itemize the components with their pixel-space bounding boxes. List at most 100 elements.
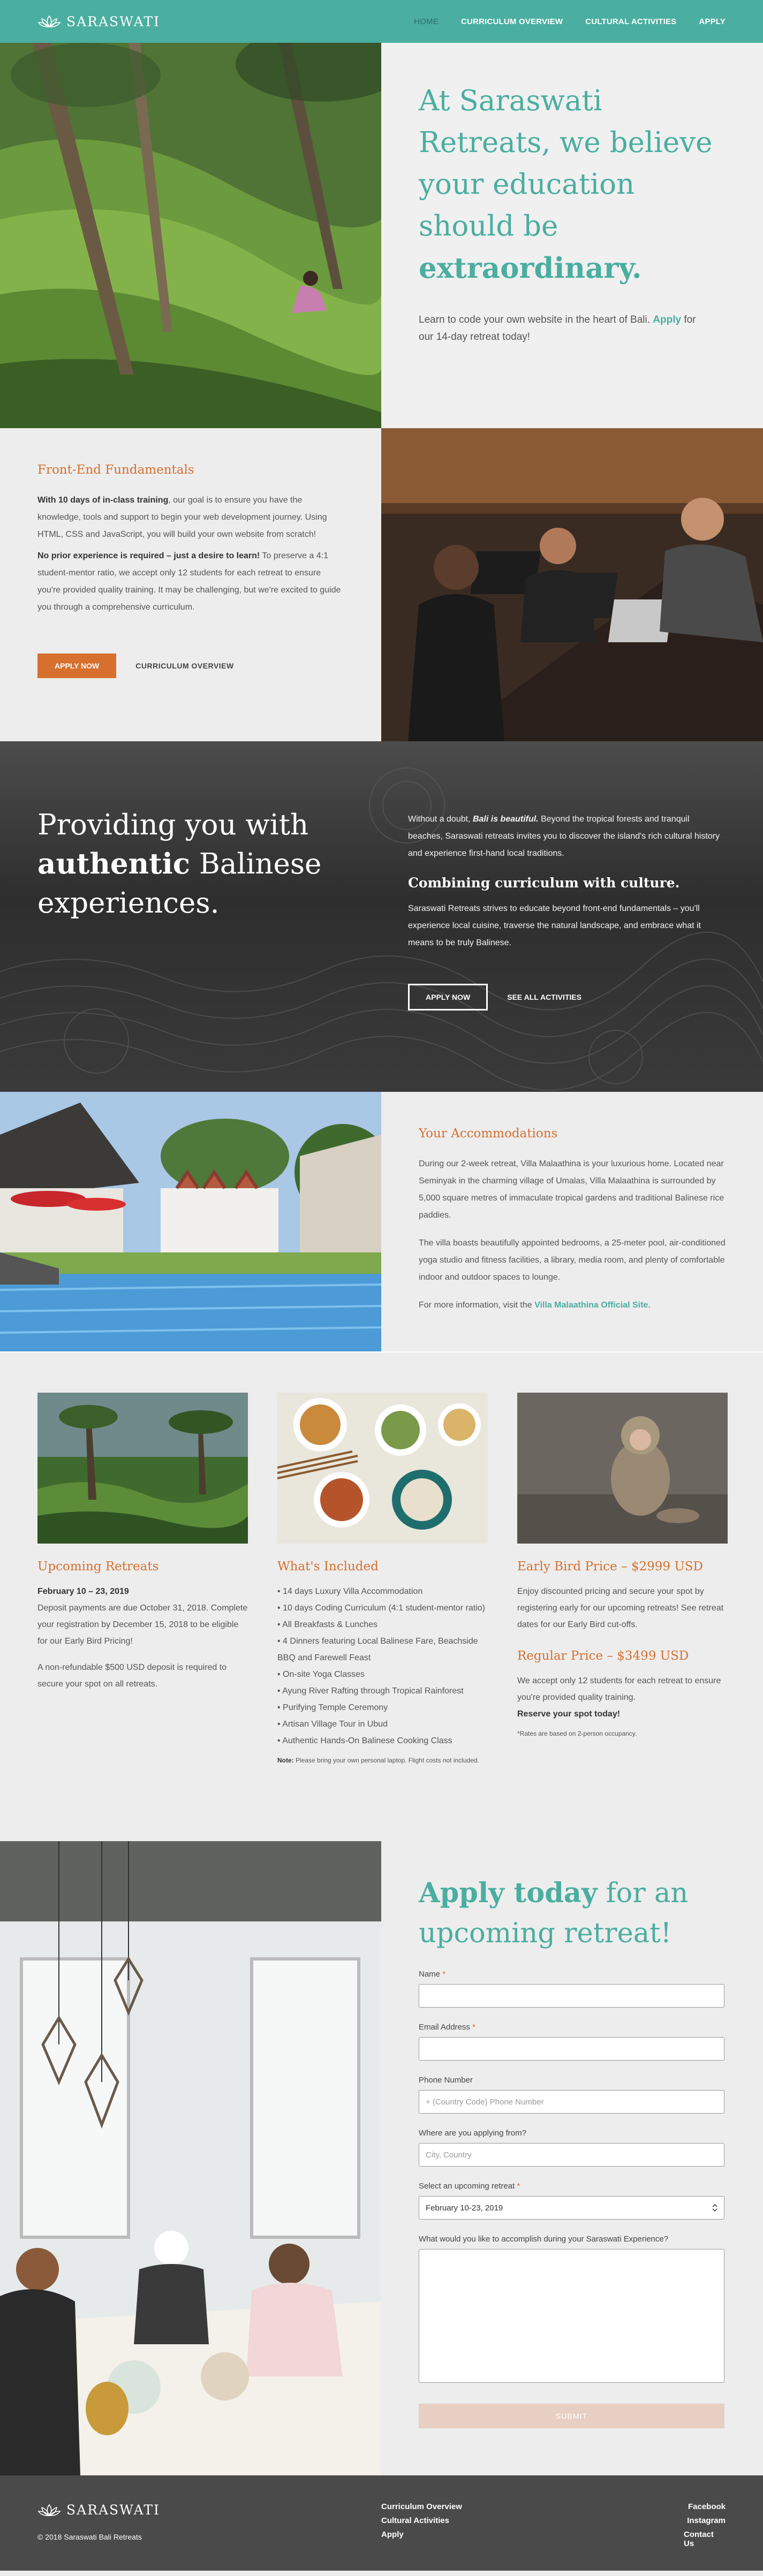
included-note-text: Please bring your own personal laptop. F… [293, 1757, 479, 1764]
culture-title-line2: Balinese [190, 848, 322, 880]
nav-link-cultural-activities[interactable]: CULTURAL ACTIVITIES [585, 17, 676, 26]
classroom-photo [381, 428, 763, 741]
list-item: 14 days Luxury Villa Accommodation [277, 1583, 488, 1600]
hero-apply-link[interactable]: Apply [653, 314, 681, 325]
list-item: All Breakfasts & Lunches [277, 1616, 488, 1633]
list-item: Purifying Temple Ceremony [277, 1699, 488, 1716]
pricing-card: Early Bird Price – $2999 USD Enjoy disco… [517, 1393, 728, 1841]
accommodations-paragraph-2: The villa boasts beautifully appointed b… [419, 1238, 726, 1282]
submit-button[interactable]: SUBMIT [419, 2404, 724, 2428]
whats-included-card: What's Included 14 days Luxury Villa Acc… [277, 1393, 488, 1841]
location-field[interactable] [419, 2143, 724, 2167]
phone-label: Phone Number [419, 2076, 473, 2085]
footer-logo[interactable]: SARASWATI [37, 2502, 381, 2518]
villa-pool-photo [0, 1092, 381, 1351]
footer-link-apply[interactable]: Apply [381, 2530, 684, 2539]
footer-links-site: Curriculum Overview Cultural Activities … [381, 2502, 684, 2571]
apply-title-bold: Apply today [419, 1877, 598, 1909]
footer-link-facebook[interactable]: Facebook [688, 2502, 726, 2511]
retreat-info-section: Upcoming Retreats February 10 – 23, 2019… [0, 1351, 763, 1841]
footer-link-contact[interactable]: Contact Us [684, 2530, 726, 2548]
early-bird-text: Enjoy discounted pricing and secure your… [517, 1587, 724, 1629]
culture-subhead: Combining curriculum with culture. [408, 875, 680, 891]
name-label: Name * [419, 1970, 726, 1979]
copyright: © 2018 Saraswati Bali Retreats [37, 2533, 142, 2541]
goal-label: What would you like to accomplish during… [419, 2235, 669, 2244]
culture-text: Without a doubt, Bali is beautiful. Beyo… [381, 741, 763, 1092]
phone-field[interactable] [419, 2090, 724, 2114]
culture-paragraph-2: Saraswati Retreats strives to educate be… [408, 904, 701, 947]
list-item: Authentic Hands-On Balinese Cooking Clas… [277, 1732, 488, 1749]
curriculum-overview-button[interactable]: CURRICULUM OVERVIEW [135, 662, 233, 670]
brand-logo[interactable]: SARASWATI [37, 14, 160, 29]
fundamentals-paragraph-1: With 10 days of in-class training, our g… [37, 492, 344, 543]
footer-link-cultural-activities[interactable]: Cultural Activities [381, 2516, 684, 2525]
footer-brand: SARASWATI © 2018 Saraswati Bali Retreats [37, 2502, 381, 2571]
location-label: Where are you applying from? [419, 2129, 526, 2138]
fundamentals-section: Front-End Fundamentals With 10 days of i… [0, 428, 763, 741]
email-label-text: Email Address [419, 2023, 470, 2032]
cooking-class-photo [0, 1841, 381, 2475]
email-label: Email Address * [419, 2023, 726, 2032]
upcoming-dates: February 10 – 23, 2019 [37, 1583, 248, 1600]
nav-link-home[interactable]: HOME [414, 17, 439, 26]
fundamentals-text: Front-End Fundamentals With 10 days of i… [0, 428, 381, 741]
culture-p1-emphasis: Bali is beautiful. [472, 815, 539, 824]
retreat-select[interactable]: February 10-23, 2019 [419, 2196, 724, 2220]
footer-link-instagram[interactable]: Instagram [687, 2516, 726, 2525]
list-item: On-site Yoga Classes [277, 1666, 488, 1683]
culture-title: Providing you with authentic Balinese ex… [37, 806, 344, 923]
fundamentals-p1-bold: With 10 days of in-class training [37, 496, 169, 505]
culture-buttons: APPLY NOW SEE ALL ACTIVITIES [408, 984, 726, 1010]
upcoming-retreats-card: Upcoming Retreats February 10 – 23, 2019… [37, 1393, 248, 1841]
upcoming-paragraph-1: Deposit payments are due October 31, 201… [37, 1604, 248, 1646]
included-list: 14 days Luxury Villa Accommodation 10 da… [277, 1583, 488, 1749]
hero-subtext-start: Learn to code your own website in the he… [419, 314, 650, 325]
footer-brand-name: SARASWATI [66, 2502, 160, 2518]
retreat-label-text: Select an upcoming retreat [419, 2182, 515, 2191]
accommodations-text: Your Accommodations During our 2-week re… [381, 1092, 763, 1351]
nav-link-apply[interactable]: APPLY [699, 17, 726, 26]
reserve-spot-text: Reserve your spot today! [517, 1709, 621, 1719]
upcoming-dates-text: February 10 – 23, 2019 [37, 1587, 129, 1596]
accommodations-paragraph-3: For more information, visit the Villa Ma… [419, 1297, 726, 1314]
hero-headline: At Saraswati Retreats, we believe your e… [419, 80, 726, 289]
culture-paragraph-1: Without a doubt, Bali is beautiful. Beyo… [408, 811, 726, 862]
select-arrows-icon [712, 2203, 717, 2212]
balinese-food-photo [277, 1393, 488, 1544]
hero-text: At Saraswati Retreats, we believe your e… [381, 43, 763, 428]
required-mark: * [517, 2182, 520, 2191]
culture-section: Providing you with authentic Balinese ex… [0, 741, 763, 1092]
hero-section: At Saraswati Retreats, we believe your e… [0, 43, 763, 428]
included-note: Note: Please bring your own personal lap… [277, 1754, 488, 1766]
list-item: 4 Dinners featuring Local Balinese Fare,… [277, 1633, 488, 1666]
list-item: Ayung River Rafting through Tropical Rai… [277, 1683, 488, 1699]
accommodations-p3-end: . [648, 1301, 651, 1310]
required-mark: * [442, 1970, 446, 1979]
fundamentals-paragraph-2: No prior experience is required – just a… [37, 548, 344, 616]
see-all-activities-button[interactable]: SEE ALL ACTIVITIES [507, 993, 581, 1001]
retreat-label: Select an upcoming retreat * [419, 2182, 726, 2191]
goal-textarea[interactable] [419, 2249, 724, 2383]
nav-link-curriculum[interactable]: CURRICULUM OVERVIEW [461, 17, 563, 26]
accommodations-paragraph-1: During our 2-week retreat, Villa Malaath… [419, 1159, 724, 1220]
retreat-select-value: February 10-23, 2019 [426, 2203, 503, 2213]
apply-now-button[interactable]: APPLY NOW [37, 654, 117, 678]
culture-title-bold: authentic [37, 847, 191, 880]
name-field[interactable] [419, 1984, 724, 2008]
culture-title-line3: experiences. [37, 887, 220, 920]
hero-subtext: Learn to code your own website in the he… [419, 311, 697, 346]
rice-terrace-photo [0, 43, 381, 428]
list-item: 10 days Coding Curriculum (4:1 student-m… [277, 1600, 488, 1616]
list-item: Artisan Village Tour in Ubud [277, 1716, 488, 1732]
regular-price-title: Regular Price – $3499 USD [517, 1649, 689, 1663]
fundamentals-p2-bold: No prior experience is required – just a… [37, 551, 260, 560]
email-field[interactable] [419, 2037, 724, 2061]
whats-included-title: What's Included [277, 1560, 379, 1574]
accommodations-title: Your Accommodations [419, 1127, 558, 1141]
accommodations-p3-start: For more information, visit the [419, 1301, 535, 1310]
culture-apply-now-button[interactable]: APPLY NOW [408, 984, 488, 1010]
villa-official-site-link[interactable]: Villa Malaathina Official Site [534, 1301, 648, 1310]
footer-link-curriculum[interactable]: Curriculum Overview [381, 2502, 684, 2511]
fundamentals-title: Front-End Fundamentals [37, 463, 194, 477]
